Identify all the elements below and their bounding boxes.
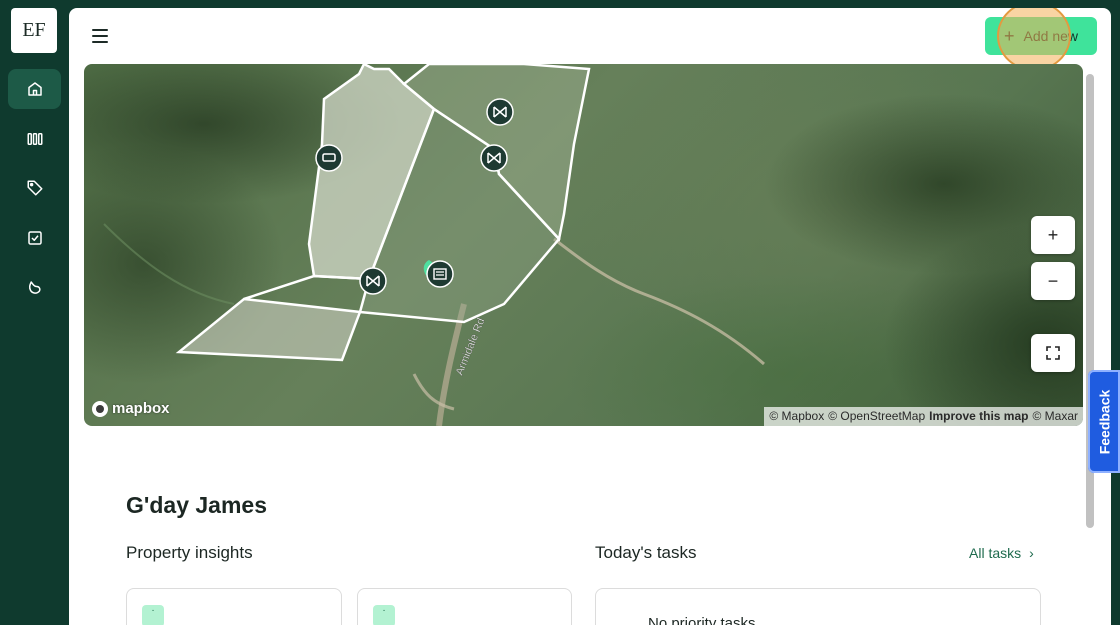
checkbox-icon — [27, 231, 42, 245]
tag-icon — [27, 180, 42, 196]
feedback-label: Feedback — [1096, 389, 1112, 454]
tasks-card: No priority tasks — [595, 588, 1041, 625]
greeting-heading: G'day James — [126, 492, 267, 518]
feedback-tab[interactable]: Feedback — [1088, 370, 1120, 473]
mapbox-logo-icon — [92, 400, 108, 417]
add-new-button[interactable]: + Add new — [985, 17, 1097, 55]
sidebar-item-home[interactable] — [8, 69, 61, 109]
fullscreen-button[interactable] — [1031, 334, 1075, 372]
insight-card[interactable]: · — [357, 588, 572, 625]
gate-marker-south[interactable] — [359, 267, 387, 295]
all-tasks-link[interactable]: All tasks › — [969, 545, 1034, 561]
sidebar: EF — [0, 0, 68, 625]
mapbox-logo-text: mapbox — [112, 400, 170, 417]
water-trough-marker[interactable] — [315, 144, 343, 172]
map-attribution: © Mapbox © OpenStreetMap Improve this ma… — [764, 407, 1083, 426]
home-icon — [27, 82, 42, 96]
sidebar-item-tags[interactable] — [8, 168, 61, 208]
sidebar-item-livestock[interactable] — [8, 268, 61, 308]
insight-card[interactable]: · — [126, 588, 342, 625]
paddock-south[interactable] — [175, 297, 362, 362]
main-panel: + Add new Armidale Rd + − mapbox © Mapbo… — [69, 8, 1111, 625]
zoom-out-button[interactable]: − — [1031, 262, 1075, 300]
hamburger-menu-button[interactable] — [91, 27, 109, 45]
empty-tasks-text: No priority tasks — [648, 615, 756, 625]
insight-chip-icon: · — [373, 605, 395, 625]
add-new-label: Add new — [1023, 28, 1078, 44]
app-logo[interactable]: EF — [11, 8, 57, 53]
todays-tasks-title: Today's tasks — [595, 543, 697, 562]
attribution-improve-link[interactable]: Improve this map — [929, 409, 1028, 424]
mapbox-logo[interactable]: mapbox — [92, 400, 170, 417]
attribution-osm[interactable]: © OpenStreetMap — [828, 409, 925, 424]
attribution-mapbox[interactable]: © Mapbox — [769, 409, 824, 424]
fullscreen-icon — [1046, 346, 1060, 360]
gate-marker-east[interactable] — [480, 144, 508, 172]
hamburger-icon — [92, 29, 108, 31]
chevron-right-icon: › — [1029, 545, 1034, 561]
property-map[interactable]: Armidale Rd + − mapbox © Mapbox © OpenSt… — [84, 64, 1083, 426]
attribution-maxar[interactable]: © Maxar — [1032, 409, 1078, 424]
property-insights-title: Property insights — [126, 543, 253, 562]
map-overlay: Armidale Rd — [103, 64, 765, 426]
zoom-in-button[interactable]: + — [1031, 216, 1075, 254]
sidebar-item-tasks[interactable] — [8, 218, 61, 258]
insight-chip-icon: · — [142, 605, 164, 625]
paddocks-icon — [27, 133, 42, 145]
gate-marker-north[interactable] — [486, 98, 514, 126]
plus-icon: + — [1004, 26, 1015, 46]
all-tasks-label: All tasks — [969, 545, 1022, 561]
livestock-icon — [28, 281, 41, 294]
sidebar-item-paddocks[interactable] — [8, 119, 61, 159]
